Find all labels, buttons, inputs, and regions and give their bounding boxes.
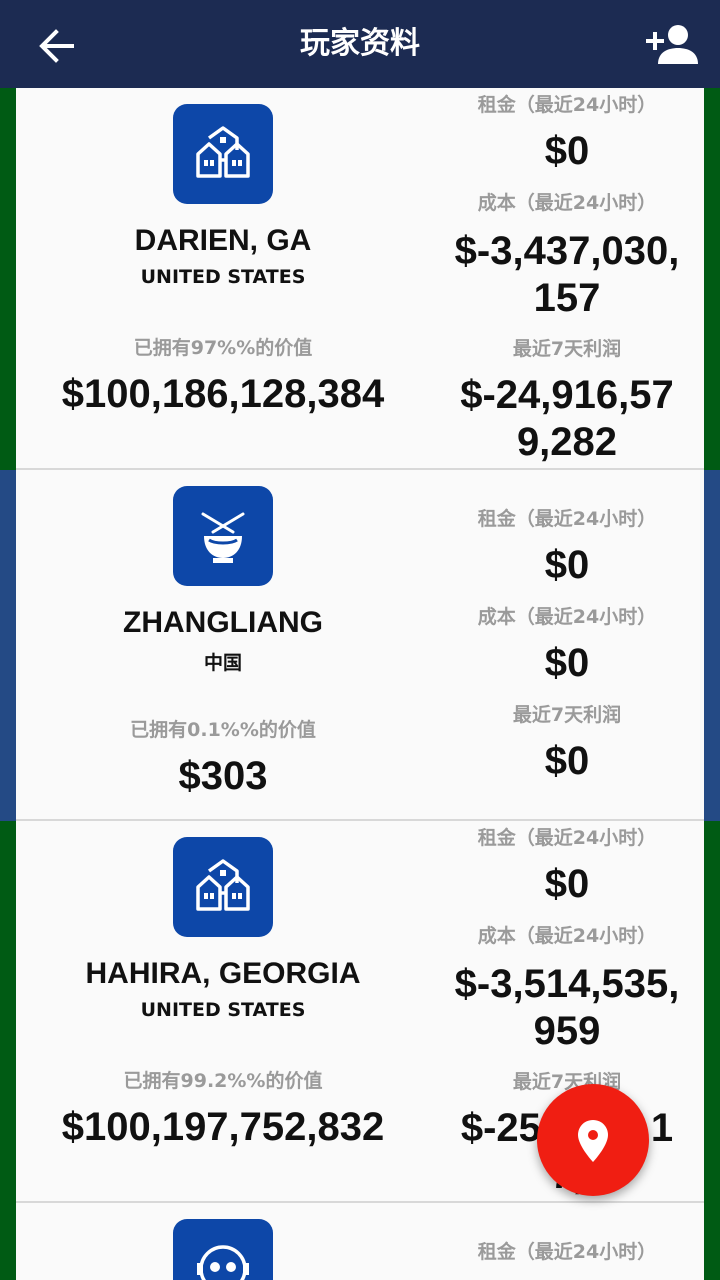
map-location-button[interactable] <box>537 1084 649 1196</box>
status-stripe <box>704 1203 720 1280</box>
app-bar: 玩家资料 <box>0 0 720 88</box>
rent-label: 租金（最近24小时） <box>477 94 657 116</box>
cost-value-line: $-3,437,030, <box>454 229 680 273</box>
profit-label: 最近7天利润 <box>512 338 622 360</box>
houses-icon <box>196 126 250 178</box>
cost-value: $-3,437,030, 157 <box>430 228 704 322</box>
cost-label: 成本（最近24小时） <box>477 606 657 628</box>
card-panel: DARIEN, GA UNITED STATES 已拥有97%%的价值 $100… <box>16 88 704 470</box>
rice-bowl-icon <box>201 512 245 563</box>
cost-value: $0 <box>544 641 590 685</box>
owned-label: 已拥有97%%的价值 <box>133 337 313 359</box>
cost-label: 成本（最近24小时） <box>477 925 657 947</box>
property-icon-box <box>173 104 273 204</box>
cost-label: 成本（最近24小时） <box>477 192 657 214</box>
property-card[interactable]: ZHANGLIANG 中国 已拥有0.1%%的价值 $303 租金（最近24小时… <box>0 470 720 821</box>
status-stripe <box>0 88 16 470</box>
rent-label: 租金（最近24小时） <box>477 1241 657 1263</box>
profit-label: 最近7天利润 <box>512 704 622 726</box>
owned-value: $100,197,752,832 <box>61 1105 385 1149</box>
card-panel: ZHANGLIANG 中国 已拥有0.1%%的价值 $303 租金（最近24小时… <box>16 470 704 821</box>
property-country: UNITED STATES <box>140 266 306 288</box>
profit-value-line: $-24,916,57 <box>460 373 674 417</box>
cost-value-line: 959 <box>533 1009 601 1053</box>
property-card[interactable]: DARIEN, GA UNITED STATES 已拥有97%%的价值 $100… <box>0 88 720 470</box>
card-panel: 租金（最近24小时） <box>16 1203 704 1280</box>
rent-label: 租金（最近24小时） <box>477 827 657 849</box>
status-stripe <box>0 821 16 1203</box>
profit-value: $0 <box>544 739 590 783</box>
cost-value-line: $-3,514,535, <box>454 962 680 1006</box>
status-stripe <box>0 470 16 821</box>
rent-value: $0 <box>544 129 590 173</box>
owned-value: $303 <box>178 754 268 798</box>
owned-label: 已拥有99.2%%的价值 <box>123 1070 323 1092</box>
property-name: DARIEN, GA <box>134 224 312 257</box>
profit-value-part: 1 <box>650 1106 674 1150</box>
robot-icon <box>197 1245 249 1280</box>
status-stripe <box>0 1203 16 1280</box>
property-name: HAHIRA, GEORGIA <box>85 957 361 990</box>
status-stripe <box>704 470 720 821</box>
add-person-icon[interactable] <box>644 22 700 66</box>
property-card[interactable]: 租金（最近24小时） <box>0 1203 720 1280</box>
profit-value: $-24,916,57 9,282 <box>430 372 704 466</box>
page-title: 玩家资料 <box>300 26 420 61</box>
rent-value: $0 <box>544 543 590 587</box>
cost-value: $-3,514,535, 959 <box>430 961 704 1055</box>
property-icon-box <box>173 486 273 586</box>
property-icon-box <box>173 837 273 937</box>
houses-icon <box>196 859 250 911</box>
property-country: 中国 <box>203 652 242 674</box>
owned-value: $100,186,128,384 <box>61 372 385 416</box>
status-stripe <box>704 821 720 1203</box>
property-country: UNITED STATES <box>140 999 306 1021</box>
property-name: ZHANGLIANG <box>123 606 323 639</box>
profit-value-part: $-25 <box>460 1106 541 1150</box>
profit-value-line: 9,282 <box>516 420 618 464</box>
owned-label: 已拥有0.1%%的价值 <box>130 719 316 741</box>
property-icon-box <box>173 1219 273 1280</box>
map-pin-icon <box>578 1120 608 1162</box>
rent-value: $0 <box>544 862 590 906</box>
rent-label: 租金（最近24小时） <box>477 508 657 530</box>
cost-value-line: 157 <box>533 276 601 320</box>
status-stripe <box>704 88 720 470</box>
